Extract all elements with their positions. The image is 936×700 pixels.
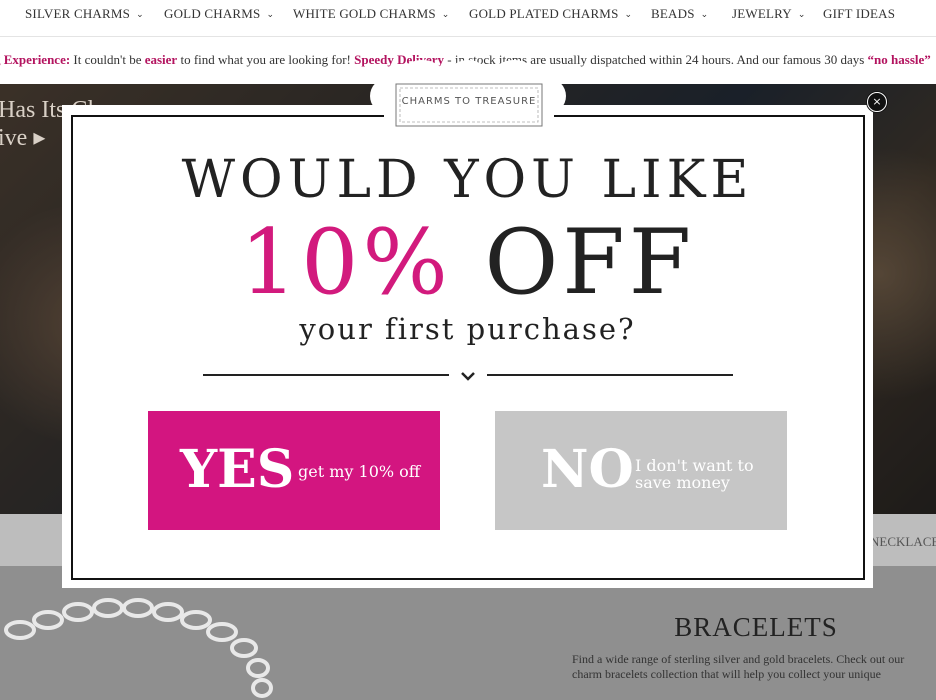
category-link-necklace[interactable]: NECKLACE [870,534,936,550]
popup-logo: CHARMS TO TREASURE [401,96,537,107]
nav-label: JEWELRY [732,6,792,21]
nav-item-gold-plated-charms[interactable]: GOLD PLATED CHARMS ⌄ [469,6,632,22]
nav-label: GOLD CHARMS [164,6,261,21]
divider-line [203,374,449,376]
description-line: Find a wide range of sterling silver and… [572,652,905,666]
nav-item-jewelry[interactable]: JEWELRY ⌄ [732,6,806,22]
chevron-down-icon: ⌄ [700,10,709,20]
no-sublabel: I don't want to save money [635,457,754,491]
nav-label: WHITE GOLD CHARMS [293,6,436,21]
description-line: charm bracelets collection that will hel… [572,667,881,681]
section-title-bracelets: BRACELETS [674,612,838,642]
yes-button[interactable]: YES get my 10% off [148,411,440,530]
offer-percent: 10% [239,210,452,315]
popup-headline: WOULD YOU LIKE [181,150,754,210]
no-label: NO [541,439,634,500]
nav-label: BEADS [651,6,695,21]
nav-item-white-gold-charms[interactable]: WHITE GOLD CHARMS ⌄ [293,6,450,22]
popup-subline: your first purchase? [299,312,636,346]
yes-label: YES [180,439,295,500]
promo-lead: g Experience: [0,52,71,67]
yes-sublabel: get my 10% off [298,462,421,481]
nav-item-beads[interactable]: BEADS ⌄ [651,6,708,22]
chevron-down-icon: ⌄ [136,10,144,20]
chevron-down-icon: ⌄ [441,10,450,20]
promo-easier: easier [144,52,178,67]
offer-off: OFF [484,210,696,315]
close-icon[interactable]: × [867,92,887,112]
popup-offer: 10% OFF [62,208,873,318]
no-button[interactable]: NO I don't want to save money [495,411,787,530]
section-description: Find a wide range of sterling silver and… [572,652,936,682]
chevron-down-icon: ⌄ [624,10,633,20]
chevron-down-icon: ⌄ [797,10,806,20]
main-nav: SILVER CHARMS ⌄ GOLD CHARMS ⌄ WHITE GOLD C… [0,0,936,37]
divider-line [487,374,733,376]
chevron-down-icon [461,372,475,381]
nav-label: GOLD PLATED CHARMS [469,6,619,21]
promo-text: to find what you are looking for! [177,52,355,67]
bracelet-image[interactable] [0,586,290,700]
nav-item-gift-ideas[interactable]: GIFT IDEAS [823,6,895,22]
nav-item-silver-charms[interactable]: SILVER CHARMS ⌄ [25,6,144,22]
nav-label: GIFT IDEAS [823,6,896,21]
no-sublabel-line: I don't want to [635,456,754,475]
promo-hassle: “no hassle” [867,52,931,67]
no-sublabel-line: save money [635,473,730,492]
promo-text: It couldn't be [70,52,145,67]
nav-label: SILVER CHARMS [25,6,131,21]
nav-item-gold-charms[interactable]: GOLD CHARMS ⌄ [164,6,274,22]
chevron-down-icon: ⌄ [266,10,275,20]
